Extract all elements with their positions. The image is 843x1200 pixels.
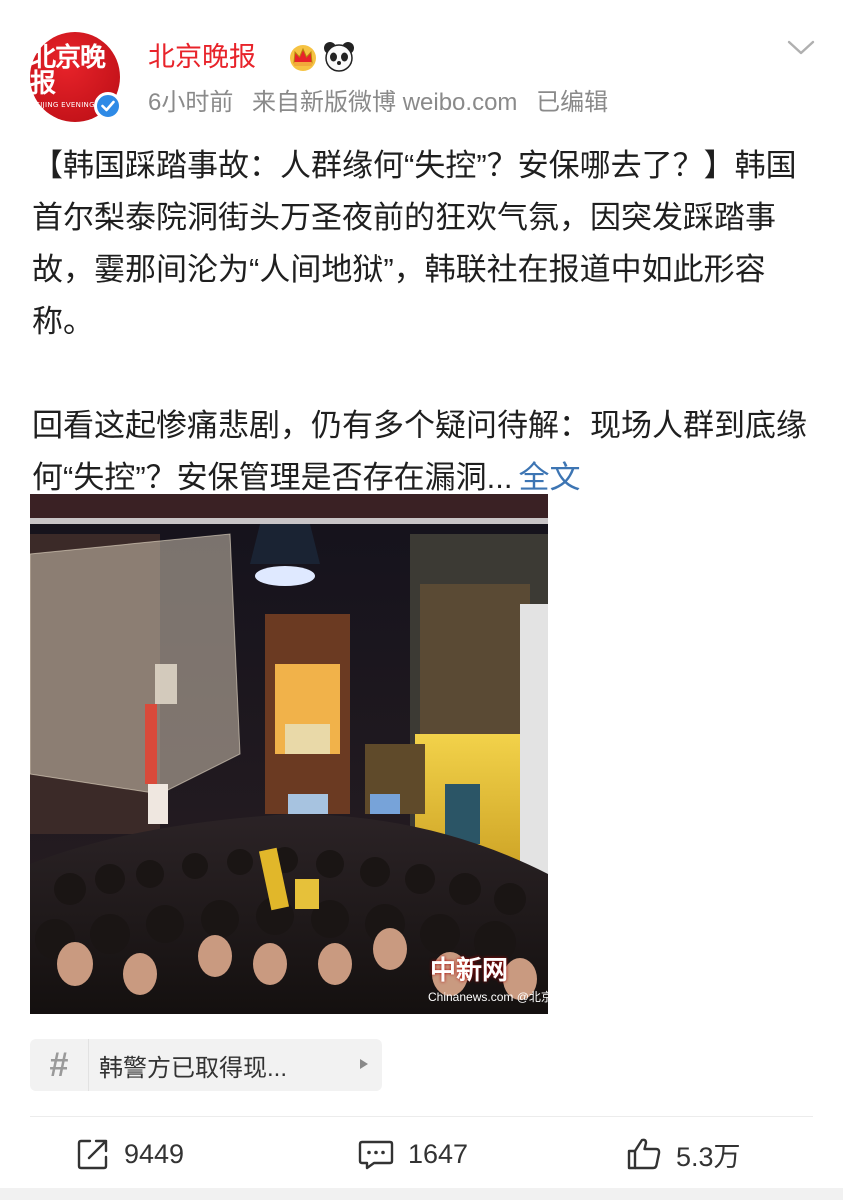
bottom-separator xyxy=(0,1188,843,1200)
repost-button[interactable]: 9449 xyxy=(76,1132,184,1176)
post-paragraph-text: 回看这起惨痛悲剧，仍有多个疑问待解：现场人群到底缘何“失控”？安保管理是否存在漏… xyxy=(32,408,807,495)
post-paragraph: 回看这起惨痛悲剧，仍有多个疑问待解：现场人群到底缘何“失控”？安保管理是否存在漏… xyxy=(32,400,812,504)
like-count: 5.3万 xyxy=(676,1141,741,1172)
post-meta: 6小时前 来自新版微博 weibo.com 已编辑 xyxy=(148,88,620,118)
panda-badge-icon xyxy=(324,42,354,72)
like-icon xyxy=(627,1138,661,1170)
crown-badge-icon xyxy=(290,45,316,71)
hashtag-icon: # xyxy=(49,1045,69,1084)
chevron-down-icon[interactable] xyxy=(786,38,816,58)
repost-icon xyxy=(77,1139,108,1170)
topic-chip[interactable]: # 韩警方已取得现... xyxy=(30,1039,382,1091)
post-body: 【韩国踩踏事故：人群缘何“失控”？安保哪去了？】韩国首尔梨泰院洞街头万圣夜前的狂… xyxy=(32,140,812,504)
account-name[interactable]: 北京晚报 xyxy=(148,40,256,74)
repost-count: 9449 xyxy=(124,1138,185,1169)
image-watermark: 中新网 xyxy=(430,956,509,986)
topic-text: 韩警方已取得现... xyxy=(99,1054,288,1082)
action-divider xyxy=(30,1116,813,1117)
edited-label[interactable]: 已编辑 xyxy=(536,89,608,116)
read-full-link[interactable]: 全文 xyxy=(518,460,580,495)
play-arrow-icon xyxy=(360,1059,368,1069)
verified-icon xyxy=(94,92,122,120)
topic-divider xyxy=(88,1039,89,1091)
post-paragraph: 【韩国踩踏事故：人群缘何“失控”？安保哪去了？】韩国首尔梨泰院洞街头万圣夜前的狂… xyxy=(32,148,797,339)
post-source: 来自新版微博 weibo.com xyxy=(252,89,518,116)
comment-icon xyxy=(358,1140,394,1170)
avatar-logo-text: 北京晚报 xyxy=(30,43,106,99)
post-time: 6小时前 xyxy=(148,89,234,116)
image-watermark-sub: Chinanews.com @北京晚报 xyxy=(428,990,577,1004)
comment-count: 1647 xyxy=(408,1138,469,1169)
comment-button[interactable]: 1647 xyxy=(358,1132,468,1176)
like-button[interactable]: 5.3万 xyxy=(626,1132,741,1176)
post-image[interactable] xyxy=(30,494,548,1014)
